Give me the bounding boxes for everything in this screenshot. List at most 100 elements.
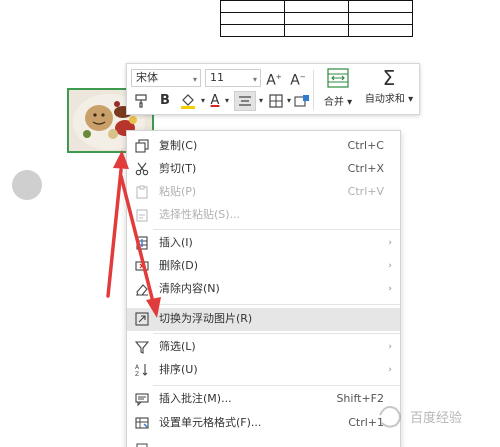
chevron-down-icon[interactable]: ▾ (199, 91, 207, 111)
chevron-right-icon: › (388, 261, 392, 271)
scissors-icon (135, 162, 149, 176)
menu-item-insert[interactable]: 插入(I) › (127, 232, 400, 255)
comment-icon (135, 393, 149, 406)
menu-item-paste[interactable]: 粘贴(P) Ctrl+V (127, 181, 400, 204)
menu-item-delete[interactable]: 删除(D) › (127, 255, 400, 278)
chevron-down-icon[interactable]: ▾ (257, 91, 265, 111)
scroll-circle-handle[interactable] (12, 170, 42, 200)
chevron-right-icon: › (388, 284, 392, 294)
menu-separator (153, 304, 400, 305)
menu-item-copy[interactable]: 复制(C) Ctrl+C (127, 135, 400, 158)
menu-item-paste-special[interactable]: 选择性粘贴(S)... (127, 204, 400, 227)
menu-separator (153, 385, 400, 386)
menu-item-label: 筛选(L) (159, 340, 196, 353)
merge-label: 合并 ▾ (323, 97, 353, 108)
menu-item-label: 复制(C) (159, 139, 198, 152)
svg-text:Z: Z (135, 371, 139, 377)
svg-text:A: A (135, 364, 140, 371)
menu-item-label: 插入(I) (159, 236, 193, 249)
fill-bucket-icon (181, 94, 195, 109)
spreadsheet-table (220, 0, 413, 37)
menu-item-label: 删除(D) (159, 259, 199, 272)
decrease-font-label: A (290, 72, 300, 89)
menu-item-shortcut: Ctrl+X (347, 162, 384, 175)
menu-item-label: 切换为浮动图片(R) (159, 312, 253, 325)
font-size-select[interactable]: 11 ▾ (205, 69, 261, 87)
autosum-button[interactable]: Σ 自动求和 ▾ (361, 68, 417, 105)
menu-item-label: 清除内容(N) (159, 282, 220, 295)
font-name-value: 宋体 (136, 71, 158, 84)
context-menu: 复制(C) Ctrl+C 剪切(T) Ctrl+X 粘贴(P) Ctrl+V 选… (126, 130, 401, 447)
table-cell[interactable] (220, 0, 285, 13)
menu-item-label: 选择性粘贴(S)... (159, 208, 241, 221)
partial-item-icon (136, 443, 148, 447)
table-cell[interactable] (348, 0, 413, 13)
chevron-down-icon[interactable]: ▾ (223, 91, 231, 111)
menu-item-label: 排序(U) (159, 363, 198, 376)
decrease-font-button[interactable]: A− (289, 67, 307, 89)
menu-item-insert-comment[interactable]: 插入批注(M)... Shift+F2 (127, 388, 400, 411)
format-painter-button[interactable] (133, 91, 149, 111)
table-cell[interactable] (284, 24, 349, 37)
table-cell[interactable] (284, 12, 349, 25)
menu-item-shortcut: Ctrl+C (347, 139, 384, 152)
menu-item-clear-contents[interactable]: 清除内容(N) › (127, 278, 400, 301)
float-picture-icon (135, 312, 149, 326)
toolbar-divider (313, 70, 314, 110)
autosum-label: 自动求和 ▾ (364, 94, 414, 105)
menu-item-label: 设置单元格格式(F)... (159, 416, 262, 429)
merge-button[interactable]: 合并 ▾ (321, 68, 355, 108)
chevron-right-icon: › (388, 365, 392, 375)
menu-item-switch-to-floating-picture[interactable]: 切换为浮动图片(R) (127, 308, 400, 331)
menu-item-label: 插入批注(M)... (159, 392, 232, 405)
table-cell[interactable] (284, 0, 349, 13)
insert-icon (136, 236, 148, 250)
merge-cells-icon (327, 68, 349, 88)
chevron-right-icon: › (388, 238, 392, 248)
chevron-down-icon: ▾ (252, 75, 257, 84)
filter-icon (135, 341, 149, 354)
font-color-label: A (210, 93, 220, 108)
menu-separator (153, 229, 400, 230)
copy-icon (135, 139, 149, 153)
delete-icon (135, 261, 149, 271)
paste-icon (136, 185, 148, 199)
align-button[interactable] (234, 91, 256, 111)
sigma-icon: Σ (382, 66, 396, 90)
menu-item-shortcut: Ctrl+V (347, 185, 384, 198)
bold-label: B (160, 93, 170, 108)
menu-item-filter[interactable]: 筛选(L) › (127, 336, 400, 359)
menu-item-partial[interactable] (127, 436, 400, 447)
bold-button[interactable]: B (157, 91, 173, 111)
table-cell[interactable] (220, 12, 285, 25)
cell-style-icon (294, 95, 309, 107)
borders-icon (269, 94, 283, 108)
mini-toolbar: 宋体 ▾ 11 ▾ A+ A− B ▾ A ▾ ▾ ▾ 合并 ▾ Σ 自动求和 … (126, 63, 420, 115)
format-cells-icon (135, 417, 149, 429)
menu-item-format-cells[interactable]: 设置单元格格式(F)... Ctrl+1 (127, 412, 400, 435)
increase-font-label: A (266, 72, 276, 89)
font-name-select[interactable]: 宋体 ▾ (131, 69, 201, 87)
menu-item-sort[interactable]: AZ 排序(U) › (127, 359, 400, 382)
format-painter-icon (135, 94, 147, 108)
paste-special-icon (136, 209, 148, 222)
align-center-icon (239, 96, 251, 106)
sort-icon: AZ (135, 364, 148, 377)
table-cell[interactable] (220, 24, 285, 37)
menu-item-label: 粘贴(P) (159, 185, 197, 198)
cell-style-button[interactable] (293, 91, 311, 111)
chevron-right-icon: › (388, 342, 392, 352)
borders-button[interactable] (267, 91, 285, 111)
font-size-value: 11 (210, 71, 224, 84)
menu-item-label: 剪切(T) (159, 162, 197, 175)
increase-font-button[interactable]: A+ (265, 67, 283, 89)
watermark-text: 百度经验 (410, 411, 463, 426)
font-color-button[interactable]: A (207, 91, 223, 111)
table-cell[interactable] (348, 12, 413, 25)
table-cell[interactable] (348, 24, 413, 37)
fill-color-button[interactable] (177, 91, 199, 111)
chevron-down-icon: ▾ (192, 75, 197, 84)
menu-item-cut[interactable]: 剪切(T) Ctrl+X (127, 158, 400, 181)
chevron-down-icon[interactable]: ▾ (285, 91, 293, 111)
menu-separator (153, 333, 400, 334)
